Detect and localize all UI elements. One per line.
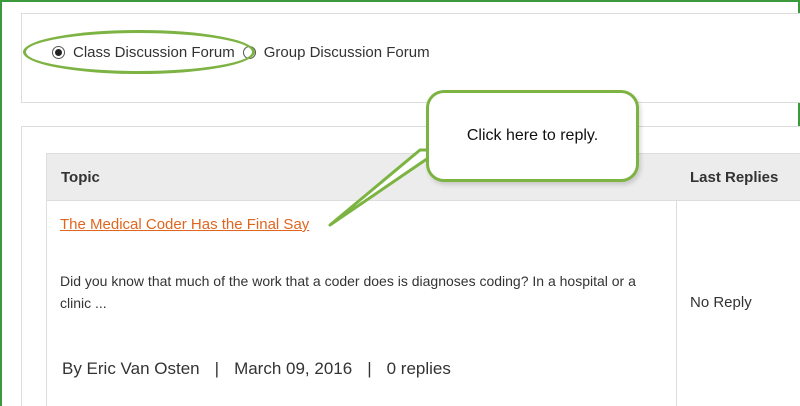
topic-meta: By Eric Van Osten | March 09, 2016 | 0 r…: [62, 359, 451, 379]
last-reply-value: No Reply: [690, 294, 752, 311]
meta-separator: |: [214, 359, 220, 378]
topic-replies-count: 0 replies: [386, 359, 451, 378]
topic-author: By Eric Van Osten: [62, 359, 200, 378]
meta-separator: |: [367, 359, 372, 378]
highlight-ellipse: [23, 30, 255, 74]
topic-column-header: Topic: [61, 169, 100, 186]
callout-text: Click here to reply.: [466, 127, 599, 144]
topic-title-link[interactable]: The Medical Coder Has the Final Say: [60, 216, 309, 233]
reply-callout: Click here to reply.: [426, 90, 639, 182]
topic-date: March 09, 2016: [234, 359, 353, 378]
group-forum-label: Group Discussion Forum: [263, 44, 430, 61]
table-header: Topic Last Replies: [46, 153, 800, 201]
column-divider: [676, 201, 677, 406]
last-replies-column-header: Last Replies: [690, 169, 779, 186]
topic-excerpt: Did you know that much of the work that …: [60, 273, 636, 311]
group-forum-radio[interactable]: Group Discussion Forum: [242, 44, 430, 61]
